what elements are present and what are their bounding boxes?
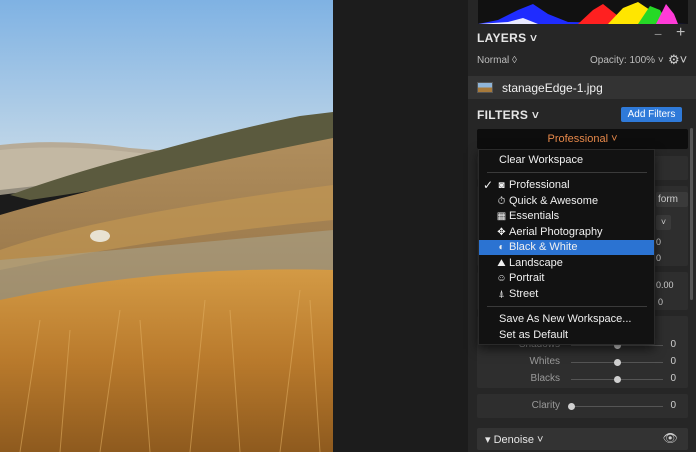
layer-thumbnail [477,82,493,93]
menu-item-black-white[interactable]: ◐ Black & White [479,240,654,255]
workspace-select[interactable]: Professional ˅ [477,129,688,149]
plus-icon[interactable]: + [676,24,685,42]
gear-icon[interactable]: ⚙˅ [668,52,687,68]
menu-item-clear-workspace[interactable]: Clear Workspace [479,153,654,168]
clarity-slider[interactable]: Clarity 0 [477,398,688,415]
menu-item-quick-awesome[interactable]: ⏱ Quick & Awesome [479,194,654,209]
drone-icon: ✥ [497,226,506,238]
value-readout: 0.00 [656,280,674,290]
slider-thumb[interactable] [614,359,621,366]
half-circle-icon: ◐ [498,242,505,253]
opacity-control[interactable]: Opacity: 100% ˅ [590,55,664,66]
histogram [478,0,688,24]
menu-item-professional[interactable]: ✓ ◙ Professional [479,178,654,193]
chevron-down-icon[interactable]: ˅ [656,215,671,230]
blacks-slider[interactable]: Blacks 0 [477,371,688,388]
road-icon: ⍋ [498,288,505,300]
camera-icon: ◙ [498,180,505,191]
menu-item-save-workspace[interactable]: Save As New Workspace... [479,312,654,327]
filters-title[interactable]: FILTERS ˅ [477,108,539,122]
blend-mode-select[interactable]: Normal ◊ [477,55,517,66]
menu-item-portrait[interactable]: ☺ Portrait [479,271,654,286]
face-icon: ☺ [496,273,507,284]
stopwatch-icon: ⏱ [497,195,506,207]
transform-button[interactable]: form [656,192,688,207]
layer-name: stanageEdge-1.jpg [502,81,603,95]
denoise-filter-header[interactable]: ▾ Denoise ˅ 👁 [477,428,688,450]
value-readout: 0 [658,297,664,307]
workspace-menu: Clear Workspace ✓ ◙ Professional ⏱ Quick… [478,149,655,345]
menu-item-street[interactable]: ⍋ Street [479,287,654,302]
menu-item-essentials[interactable]: ▦ Essentials [479,209,654,224]
add-filters-button[interactable]: Add Filters [621,107,682,122]
value-readout: 0 [656,237,662,247]
menu-divider [487,172,647,173]
layer-item[interactable]: stanageEdge-1.jpg [468,76,696,99]
photo-canvas[interactable] [0,0,333,452]
menu-divider [487,306,647,307]
landscape-photo [0,0,333,452]
value-readout: 0 [656,253,662,263]
grid-icon: ▦ [496,211,507,222]
slider-thumb[interactable] [568,403,575,410]
slider-thumb[interactable] [614,376,621,383]
whites-slider[interactable]: Whites 0 [477,354,688,371]
mountain-icon: ⛰ [497,257,506,269]
layers-title[interactable]: LAYERS ˅ [477,31,537,45]
canvas-background [333,0,468,452]
minus-icon[interactable]: − [654,26,662,42]
panel-scrollbar[interactable] [690,128,693,300]
checkmark-icon: ✓ [483,178,494,192]
menu-item-set-default[interactable]: Set as Default [479,328,654,343]
denoise-title[interactable]: ▾ Denoise ˅ [485,433,543,446]
menu-item-landscape[interactable]: ⛰ Landscape [479,256,654,271]
menu-item-aerial-photography[interactable]: ✥ Aerial Photography [479,225,654,240]
eye-icon[interactable]: 👁 [663,431,678,445]
